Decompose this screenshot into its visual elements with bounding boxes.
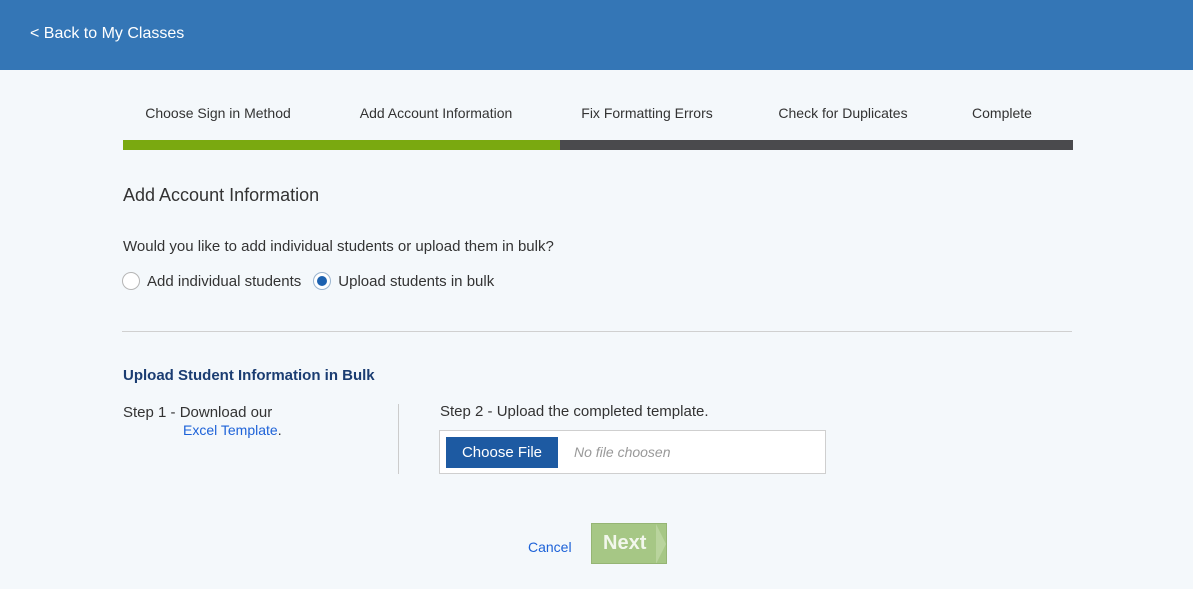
radio-add-individual-label: Add individual students: [147, 272, 302, 290]
excel-template-link[interactable]: Excel Template: [183, 422, 278, 438]
radio-upload-bulk-circle[interactable]: [313, 272, 332, 290]
section-divider: [122, 331, 1072, 332]
step-check-for-duplicates: Check for Duplicates: [778, 105, 908, 121]
radio-add-individual[interactable]: Add individual students: [122, 272, 301, 290]
upload-step-2-text: Step 2 - Upload the completed template.: [440, 403, 709, 420]
add-method-question: Would you like to add individual student…: [123, 238, 554, 255]
step-choose-sign-in-method: Choose Sign in Method: [145, 105, 291, 121]
excel-template-suffix: .: [277, 422, 282, 438]
next-button[interactable]: Next: [591, 523, 667, 564]
radio-add-individual-circle[interactable]: [122, 272, 140, 290]
progress-bar: [123, 140, 1073, 150]
step-complete: Complete: [972, 105, 1032, 121]
upload-step-1-text: Step 1 - Download our: [123, 404, 273, 421]
section-title: Add Account Information: [123, 185, 320, 205]
progress-bar-fill: [123, 140, 560, 150]
back-to-classes-link[interactable]: < Back to My Classes: [30, 25, 184, 43]
add-method-radio-group: Add individual students Upload students …: [122, 271, 506, 291]
cancel-link[interactable]: Cancel: [528, 539, 572, 555]
step-add-account-information: Add Account Information: [359, 105, 513, 121]
excel-template-line: Excel Template.: [183, 422, 282, 438]
step-fix-formatting-errors: Fix Formatting Errors: [581, 105, 713, 121]
choose-file-button[interactable]: Choose File: [446, 437, 558, 468]
upload-section-title: Upload Student Information in Bulk: [123, 367, 375, 384]
file-upload-field[interactable]: Choose File No file choosen: [439, 430, 826, 474]
top-bar: < Back to My Classes: [0, 0, 1193, 70]
file-name-placeholder: No file choosen: [574, 444, 671, 460]
radio-upload-bulk-label: Upload students in bulk: [338, 272, 495, 290]
step-divider: [398, 404, 399, 474]
wizard-steps: Choose Sign in Method Add Account Inform…: [123, 105, 1073, 125]
radio-upload-bulk[interactable]: Upload students in bulk: [313, 272, 494, 290]
